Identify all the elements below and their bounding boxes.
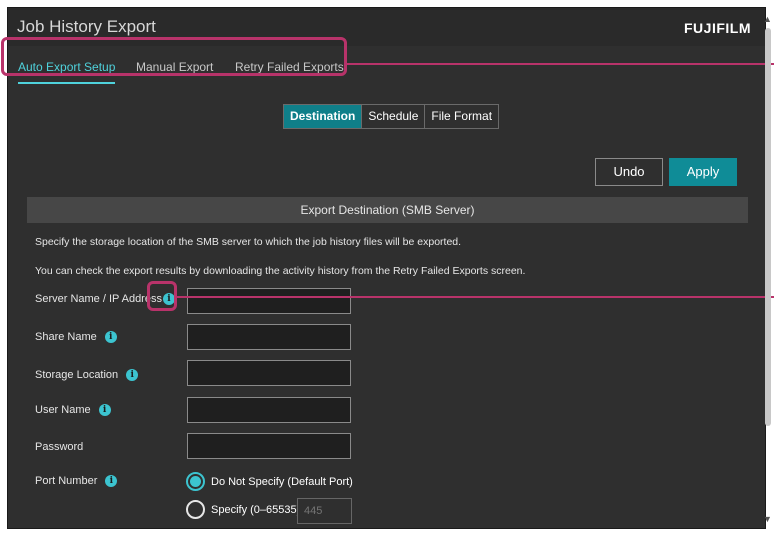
password-label: Password xyxy=(35,441,83,453)
user-name-label-text: User Name xyxy=(35,404,91,416)
port-default-label: Do Not Specify (Default Port) xyxy=(211,475,353,488)
chevron-down-icon[interactable]: ▼ xyxy=(763,514,772,524)
info-icon[interactable]: i xyxy=(98,404,111,416)
storage-location-input[interactable] xyxy=(187,360,351,386)
tab-auto-export-setup[interactable]: Auto Export Setup xyxy=(18,54,116,86)
undo-button[interactable]: Undo xyxy=(595,158,663,186)
section-header: Export Destination (SMB Server) xyxy=(27,197,748,223)
port-default-radio[interactable]: Do Not Specify (Default Port) xyxy=(186,472,353,491)
info-icon[interactable]: i xyxy=(162,293,175,305)
callout-line xyxy=(347,63,774,65)
tab-retry-failed-exports[interactable]: Retry Failed Exports xyxy=(235,54,344,86)
share-name-label: Share Name i xyxy=(35,331,117,343)
server-name-input[interactable] xyxy=(187,288,351,314)
radio-checked-icon xyxy=(186,472,205,491)
password-input[interactable] xyxy=(187,433,351,459)
segment-schedule[interactable]: Schedule xyxy=(362,105,426,128)
segmented-control: Destination Schedule File Format xyxy=(283,104,500,129)
app-title: Job History Export xyxy=(17,17,156,36)
segment-destination[interactable]: Destination xyxy=(284,105,363,128)
vertical-scrollbar[interactable]: ▲ ▼ xyxy=(763,14,772,529)
server-name-label: Server Name / IP Address i xyxy=(35,293,175,305)
port-number-label-text: Port Number xyxy=(35,475,98,487)
chevron-up-icon[interactable]: ▲ xyxy=(763,14,772,24)
user-name-label: User Name i xyxy=(35,404,111,416)
info-icon[interactable]: i xyxy=(104,331,117,343)
callout-line xyxy=(177,296,774,298)
description-text: You can check the export results by down… xyxy=(35,265,526,277)
title-bar: Job History Export FUJIFILM xyxy=(8,8,765,46)
info-icon[interactable]: i xyxy=(126,369,139,381)
brand-logo: FUJIFILM xyxy=(684,20,751,36)
storage-location-label: Storage Location i xyxy=(35,369,139,381)
description-text: Specify the storage location of the SMB … xyxy=(35,236,462,248)
share-name-label-text: Share Name xyxy=(35,331,97,343)
app-window: Job History Export FUJIFILM Auto Export … xyxy=(7,7,766,529)
share-name-input[interactable] xyxy=(187,324,351,350)
port-number-input[interactable] xyxy=(297,498,352,524)
scrollbar-thumb[interactable] xyxy=(765,28,771,426)
user-name-input[interactable] xyxy=(187,397,351,423)
radio-unchecked-icon xyxy=(186,500,205,519)
tab-manual-export[interactable]: Manual Export xyxy=(136,54,213,86)
password-label-text: Password xyxy=(35,441,84,453)
port-specify-label: Specify (0–65535) xyxy=(211,503,301,516)
apply-button[interactable]: Apply xyxy=(669,158,737,186)
port-number-label: Port Number i xyxy=(35,475,118,487)
server-name-label-text: Server Name / IP Address xyxy=(35,293,162,305)
storage-location-label-text: Storage Location xyxy=(35,369,119,381)
info-icon[interactable]: i xyxy=(105,475,118,487)
port-specify-radio[interactable]: Specify (0–65535) xyxy=(186,500,300,519)
segment-file-format[interactable]: File Format xyxy=(425,105,499,128)
